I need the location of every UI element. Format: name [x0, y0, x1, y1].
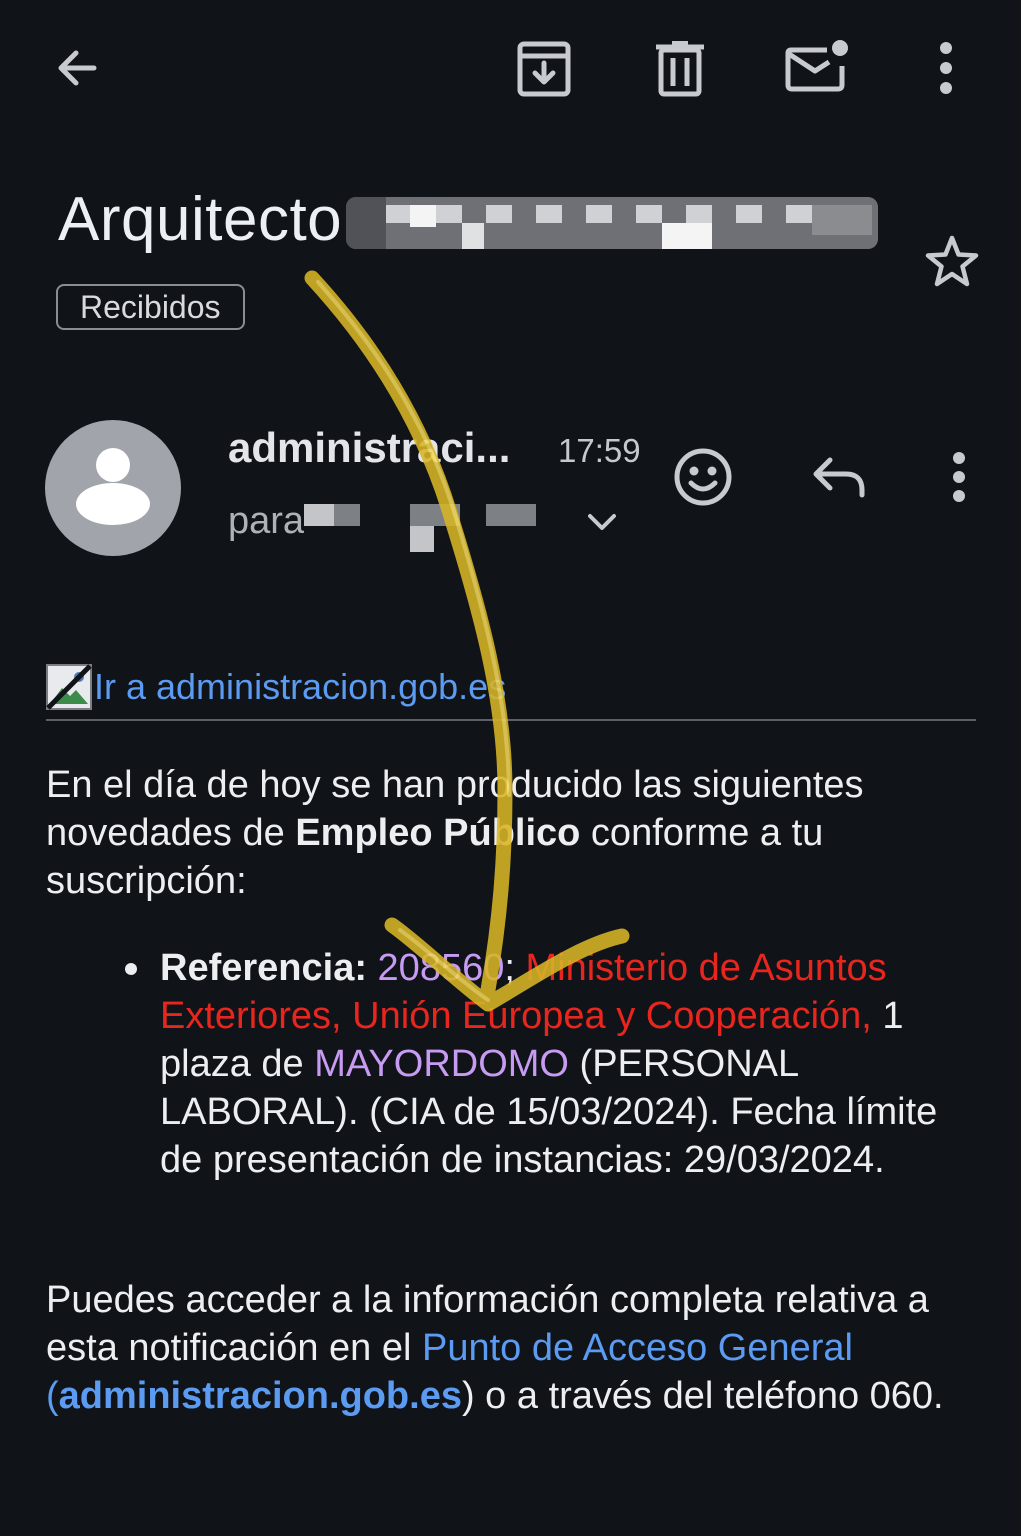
more-options-button[interactable]	[906, 28, 986, 108]
trash-icon	[656, 41, 704, 97]
more-vert-icon	[940, 42, 952, 94]
reply-button[interactable]	[806, 446, 872, 508]
administracion-link[interactable]: administracion.gob.es	[59, 1375, 462, 1417]
recipient-prefix: para	[228, 500, 305, 542]
expand-details-button[interactable]	[580, 500, 624, 544]
delete-button[interactable]	[640, 28, 720, 108]
inbox-label-chip[interactable]: Recibidos	[56, 284, 245, 330]
job-title: MAYORDOMO	[314, 1043, 569, 1085]
avatar[interactable]	[45, 420, 181, 556]
star-outline-icon	[925, 235, 979, 287]
star-button[interactable]	[922, 232, 982, 292]
recipient-redaction	[300, 500, 560, 560]
arrow-left-icon	[58, 50, 97, 86]
footer-paren: (	[46, 1375, 59, 1417]
mail-unread-icon	[785, 40, 848, 92]
footer-paragraph: Puedes acceder a la información completa…	[46, 1276, 981, 1420]
chevron-down-icon	[588, 514, 616, 530]
recipient-line[interactable]: para	[228, 500, 304, 543]
reference-number: 208560	[377, 947, 505, 989]
intro-paragraph: En el día de hoy se han producido las si…	[46, 761, 981, 905]
broken-image-icon	[46, 664, 92, 710]
message-more-button[interactable]	[942, 448, 976, 508]
intro-bold-text: Empleo Público	[295, 812, 581, 854]
bullet-dot	[125, 963, 137, 975]
subject-redaction	[346, 197, 878, 249]
email-time: 17:59	[558, 432, 641, 469]
mark-unread-button[interactable]	[776, 28, 856, 108]
list-item: Referencia: 208560; Ministerio de Asunto…	[160, 944, 960, 1184]
back-button[interactable]	[38, 28, 118, 108]
archive-icon	[517, 41, 571, 97]
email-subject: Arquitecto	[58, 185, 343, 254]
more-vert-icon	[953, 452, 965, 502]
archive-button[interactable]	[504, 28, 584, 108]
reply-icon	[813, 457, 865, 498]
react-button[interactable]	[668, 442, 738, 512]
header-link[interactable]: Ir a administracion.gob.es	[46, 664, 506, 710]
footer-text-2: ) o a través del teléfono 060.	[461, 1375, 944, 1417]
inbox-label-text: Recibidos	[80, 288, 221, 325]
reference-label: Referencia:	[160, 947, 367, 989]
person-icon	[76, 448, 150, 525]
general-access-point-link[interactable]: Punto de Acceso General	[422, 1327, 853, 1369]
sender-name[interactable]: administraci...	[228, 424, 510, 472]
divider	[46, 719, 976, 721]
header-link-text[interactable]: Ir a administracion.gob.es	[94, 666, 506, 708]
separator: ;	[504, 947, 526, 989]
emoji-icon	[674, 448, 732, 506]
